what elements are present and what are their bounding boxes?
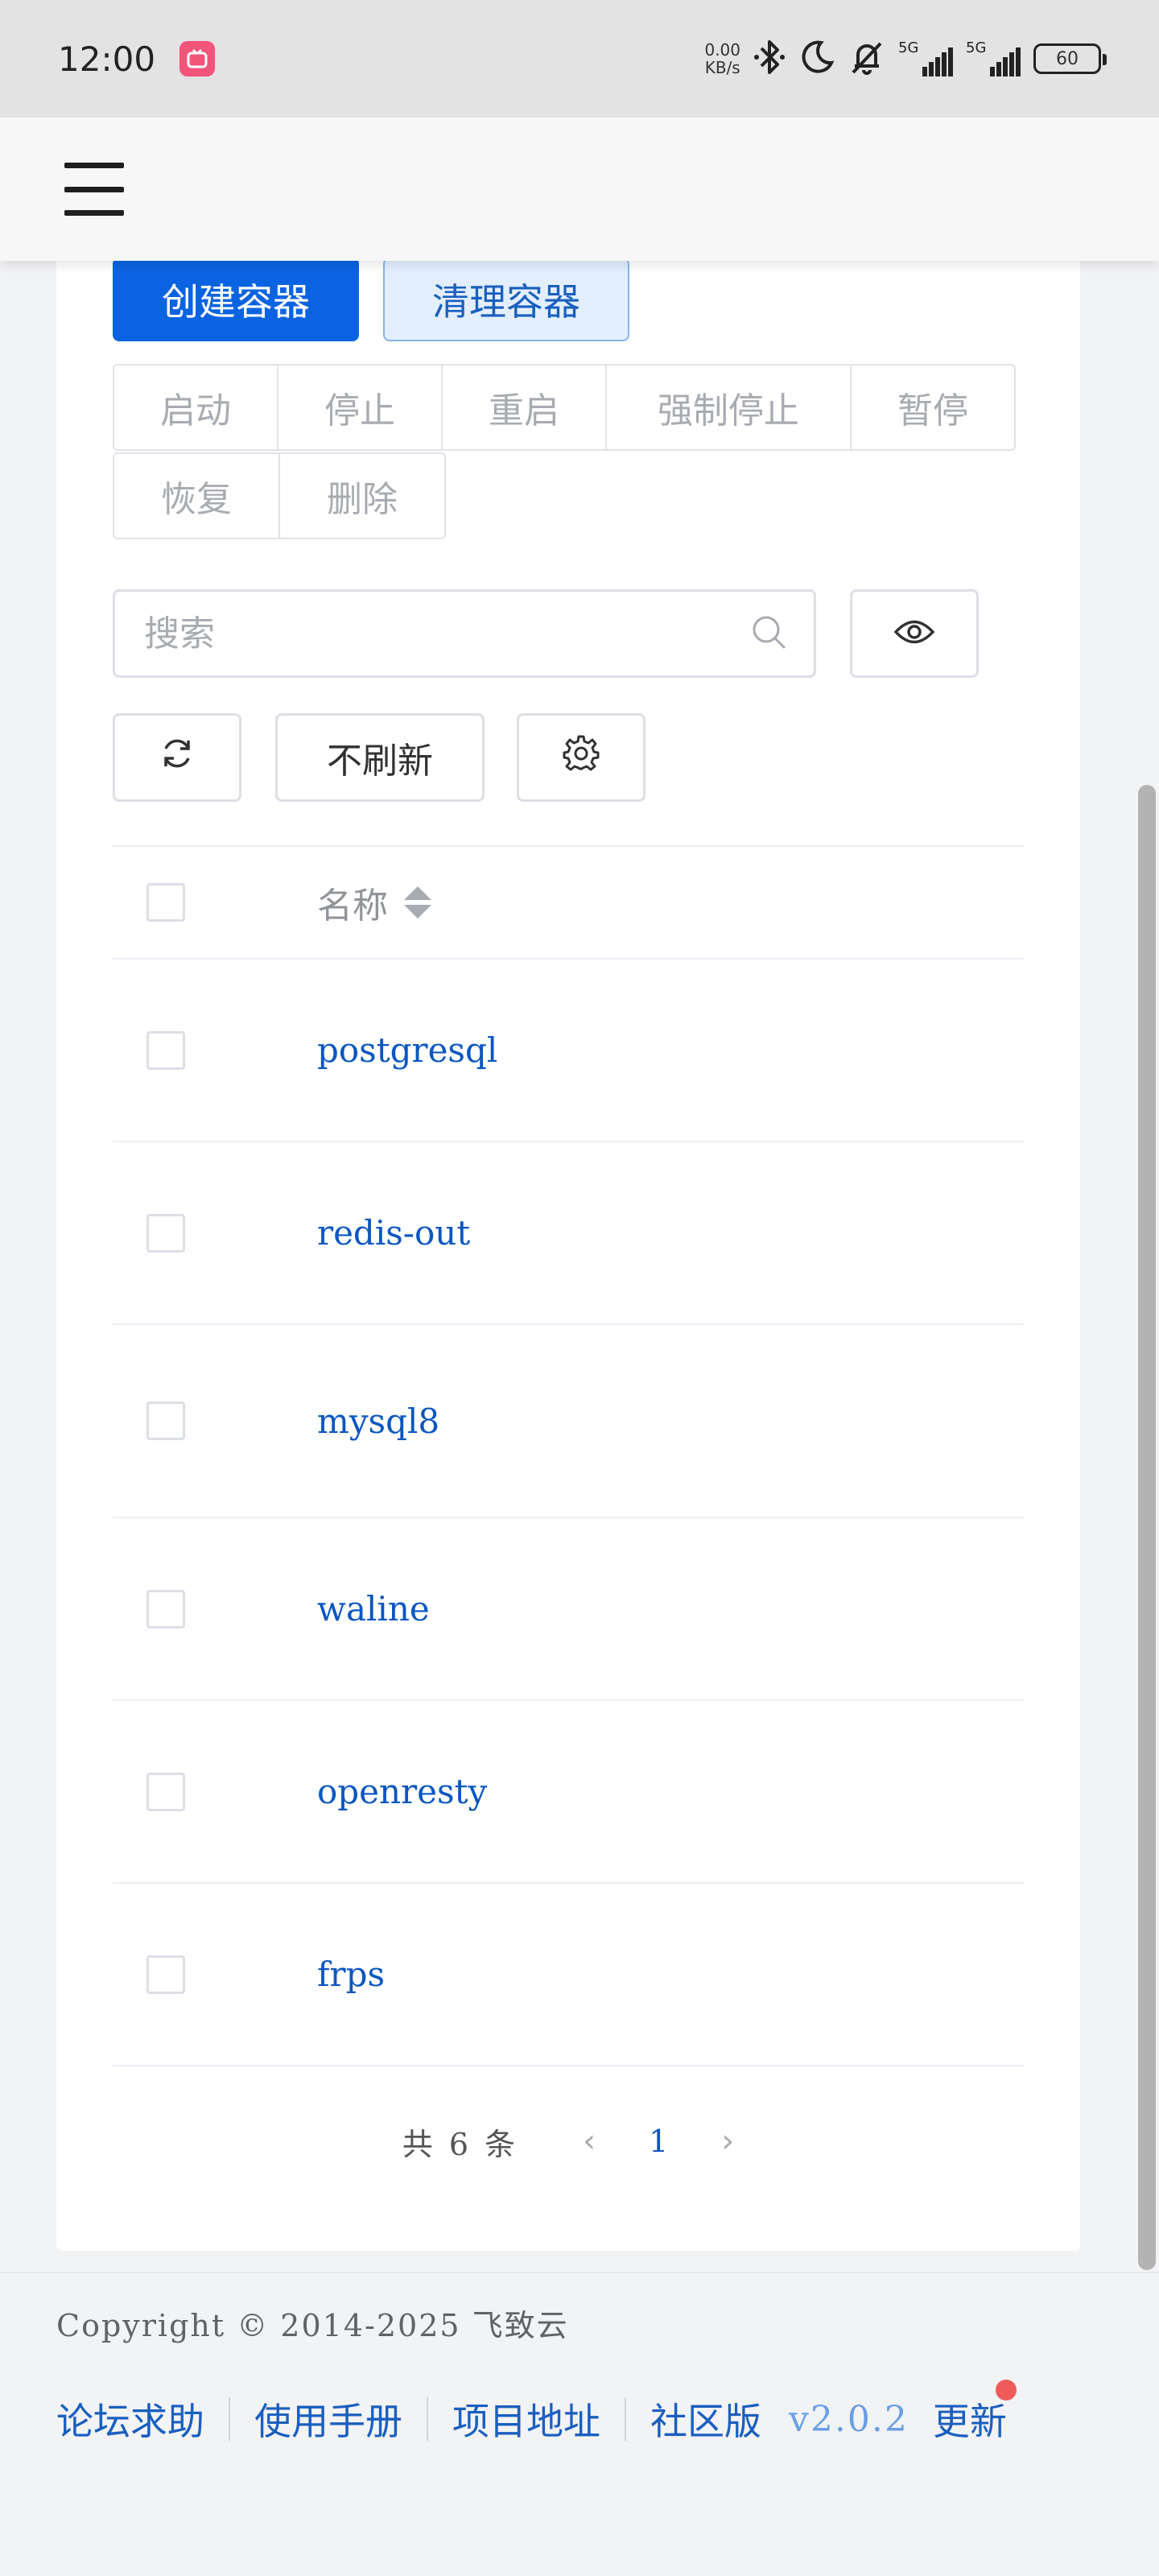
table-header: 名称 [113,845,1024,960]
column-name-header: 名称 [317,886,388,927]
row-checkbox[interactable] [146,1402,185,1440]
table-row: postgresql [113,960,1024,1142]
hamburger-icon[interactable] [64,163,124,216]
refresh-interval-select[interactable]: 不刷新 [275,713,485,802]
edition-link[interactable]: 社区版 [650,2392,761,2446]
table-row: mysql8 [113,1325,1024,1518]
update-label: 更新 [932,2400,1007,2443]
divider [625,2397,626,2441]
container-name-link[interactable]: frps [317,1955,385,1994]
forum-link[interactable]: 论坛求助 [56,2392,204,2446]
network-speed: 0.00 KB/s [704,40,740,77]
refresh-button[interactable] [113,713,241,802]
manual-link[interactable]: 使用手册 [254,2392,402,2446]
row-checkbox[interactable] [146,1589,185,1629]
container-name-link[interactable]: openresty [317,1772,487,1811]
chevron-left-icon[interactable]: ‹ [583,2123,596,2160]
chevron-right-icon[interactable]: › [721,2123,734,2160]
signal-icon: 5G [898,39,953,76]
copyright-text: Copyright © 2014-2025 飞致云 [56,2308,569,2343]
update-link[interactable]: 更新 [932,2380,1017,2446]
table-row: redis-out [113,1142,1024,1325]
container-name-link[interactable]: postgresql [317,1030,497,1070]
gear-icon [563,735,600,781]
restart-button[interactable]: 重启 [441,364,607,451]
container-name-link[interactable]: mysql8 [317,1402,439,1441]
refresh-icon [159,736,195,780]
action-button-group: 启动 停止 重启 强制停止 暂停 [113,364,1016,451]
pagination-total: 共 6 条 [402,2126,519,2162]
delete-button[interactable]: 删除 [278,452,446,539]
container-name-link[interactable]: redis-out [317,1213,470,1253]
signal-icon: 5G [966,39,1021,76]
resume-button[interactable]: 恢复 [113,452,280,539]
toggle-view-button[interactable] [850,589,979,678]
sort-icon[interactable] [404,886,431,919]
search-box [113,589,816,678]
footer-divider [0,2272,1159,2273]
pause-button[interactable]: 暂停 [850,364,1016,451]
row-checkbox[interactable] [146,1772,185,1811]
container-card: 创建容器 清理容器 启动 停止 重启 强制停止 暂停 恢复 删除 不刷新 [56,242,1080,2251]
force-stop-button[interactable]: 强制停止 [605,364,852,451]
app-notification-icon [179,41,216,76]
create-container-button[interactable]: 创建容器 [113,258,359,341]
container-table: 名称 postgresql redis-out mysql8 waline op… [113,845,1024,2066]
project-link[interactable]: 项目地址 [452,2392,600,2446]
row-checkbox[interactable] [146,1955,185,1994]
bell-off-icon [848,39,885,79]
row-checkbox[interactable] [146,1030,185,1070]
battery-icon: 60 [1033,43,1107,74]
version-label: v2.0.2 [789,2398,909,2440]
moon-icon [798,39,835,79]
clean-container-button[interactable]: 清理容器 [383,258,629,341]
divider [229,2397,230,2441]
action-button-group: 恢复 删除 [113,452,446,539]
update-badge [995,2380,1017,2401]
search-icon[interactable] [751,614,786,653]
settings-button[interactable] [517,713,645,802]
divider [427,2397,428,2441]
row-checkbox[interactable] [146,1213,185,1253]
bluetooth-icon [753,39,786,79]
scrollbar-thumb[interactable] [1138,785,1156,2270]
pagination: 共 6 条 ‹ 1 › [56,2117,1080,2165]
clock: 12:00 [58,39,156,79]
search-input[interactable] [144,613,751,654]
container-name-link[interactable]: waline [317,1589,430,1629]
start-button[interactable]: 启动 [113,364,278,451]
table-row: openresty [113,1701,1024,1884]
footer-links: 论坛求助 使用手册 项目地址 社区版 v2.0.2 更新 [56,2380,1017,2446]
select-all-checkbox[interactable] [146,883,185,922]
page-number[interactable]: 1 [649,2124,668,2159]
eye-icon [893,613,935,654]
table-row: frps [113,1884,1024,2066]
app-header [0,118,1159,261]
stop-button[interactable]: 停止 [277,364,443,451]
status-bar: 12:00 0.00 KB/s 5G 5G 60 [0,0,1159,118]
table-row: waline [113,1518,1024,1701]
